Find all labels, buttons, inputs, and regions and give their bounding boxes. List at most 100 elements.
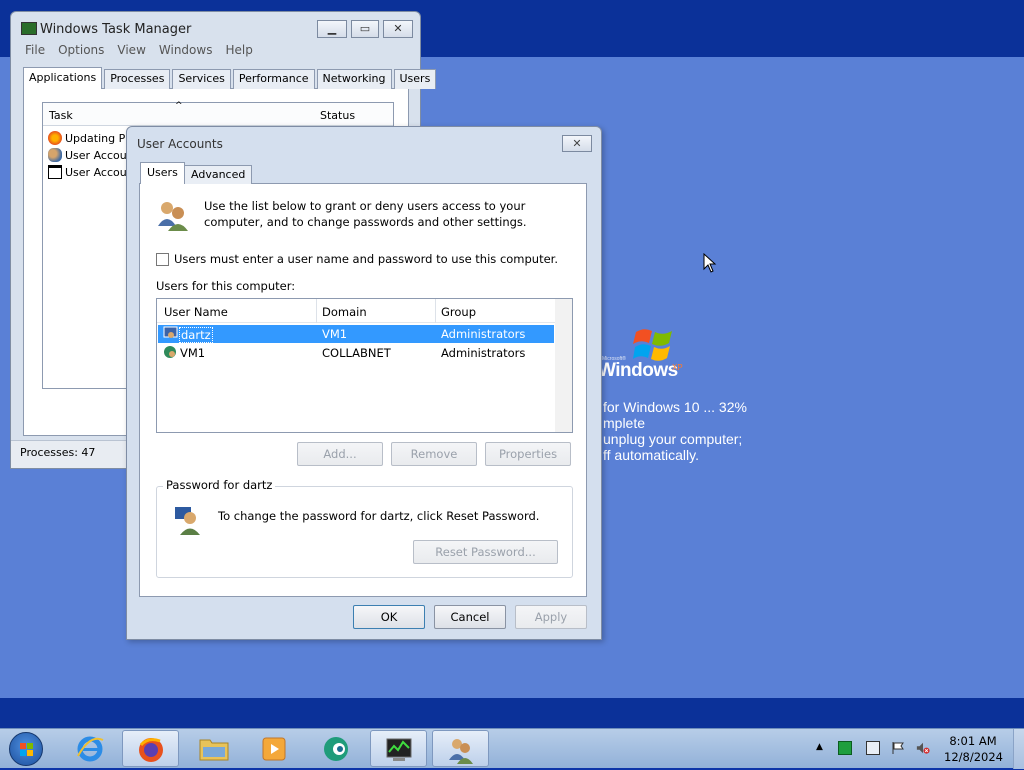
setup-line-2: mplete [603,415,646,431]
tab-users[interactable]: Users [140,162,185,184]
task-manager-icon [21,22,37,35]
column-task[interactable]: Task [49,109,73,122]
clock-time: 8:01 AM [949,734,997,748]
apply-button[interactable]: Apply [515,605,587,629]
user-accounts-dialog: User Accounts ✕ Use the list below to gr… [126,126,602,640]
taskbar-task-manager[interactable] [370,730,427,767]
clock-date: 12/8/2024 [944,750,1003,764]
tab-advanced[interactable]: Advanced [184,165,253,184]
cancel-button[interactable]: Cancel [434,605,506,629]
action-center-flag-icon[interactable] [891,741,905,755]
show-desktop-button[interactable] [1013,729,1024,769]
column-divider [435,299,436,323]
folder-icon [199,739,229,761]
taskbar-firefox[interactable] [122,730,179,767]
task-manager-icon [386,738,412,761]
menu-help[interactable]: Help [225,43,252,57]
menu-bar: File Options View Windows Help [25,43,266,57]
menu-file[interactable]: File [25,43,45,57]
properties-button[interactable]: Properties [485,442,571,466]
menu-windows[interactable]: Windows [159,43,213,57]
tab-performance[interactable]: Performance [232,69,315,89]
maximize-button[interactable]: ▭ [351,20,379,38]
users-list[interactable]: User Name Domain Group dartz VM1 Adminis… [156,298,573,433]
taskbar: ▲ 8:01 AM 12/8/2024 [0,728,1024,769]
require-login-checkbox[interactable]: Users must enter a user name and passwor… [156,252,558,266]
setup-bottom-band [0,698,1024,728]
user-icon [163,326,178,338]
reset-password-button[interactable]: Reset Password... [413,540,558,564]
firefox-icon [139,738,163,762]
tab-users[interactable]: Users [393,69,437,89]
windows-brand: Windows [598,360,678,381]
close-button[interactable]: ✕ [562,135,592,152]
tray-green-icon[interactable] [838,741,852,755]
task-name: User Accoun [65,165,134,179]
close-button[interactable]: ✕ [383,20,413,38]
window-title: Windows Task Manager [40,22,192,37]
show-hidden-icons-button[interactable]: ▲ [816,742,823,752]
menu-options[interactable]: Options [58,43,104,57]
column-group[interactable]: Group [441,305,476,319]
tab-services[interactable]: Services [172,69,231,89]
domain-user-icon [164,346,176,358]
users-tab-panel: Use the list below to grant or deny user… [139,183,587,597]
ok-button[interactable]: OK [353,605,425,629]
volume-muted-icon[interactable] [916,741,930,755]
xp-superscript: XP [672,363,683,372]
users-icon [158,202,188,231]
list-scrollbar[interactable] [555,299,572,432]
remove-button[interactable]: Remove [391,442,477,466]
network-icon[interactable] [866,741,880,755]
tab-processes[interactable]: Processes [104,69,171,89]
user-row[interactable]: VM1 COLLABNET Administrators [158,344,554,362]
task-row[interactable]: User Accoun [48,148,134,162]
add-button[interactable]: Add... [297,442,383,466]
process-count: Processes: 47 [20,446,96,459]
tab-applications[interactable]: Applications [23,67,103,89]
task-list-header: Task ^ Status [43,101,393,126]
taskbar-user-accounts[interactable] [432,730,489,767]
user-row[interactable]: dartz VM1 Administrators [158,325,554,343]
column-divider [316,299,317,323]
mouse-cursor-icon [703,253,717,273]
windows-logo-icon [20,743,33,756]
collabnet-icon [324,737,348,761]
menu-view[interactable]: View [117,43,145,57]
user-domain: VM1 [322,327,348,341]
tab-networking[interactable]: Networking [316,69,392,89]
column-status[interactable]: Status [320,109,355,122]
sort-arrow-icon: ^ [175,101,183,111]
password-group-label: Password for dartz [163,478,276,492]
windows-flag-logo [633,329,672,361]
task-row[interactable]: User Accoun [48,165,134,179]
users-list-label: Users for this computer: [156,279,296,293]
password-instructions: To change the password for dartz, click … [218,509,540,523]
users-list-header: User Name Domain Group [157,299,555,323]
column-domain[interactable]: Domain [322,305,367,319]
system-clock[interactable]: 8:01 AM 12/8/2024 [944,733,1003,765]
setup-progress-text: for Windows 10 ... 32% [603,399,747,415]
taskbar-explorer[interactable] [186,730,243,767]
taskbar-collabnet[interactable] [308,730,365,767]
column-user-name[interactable]: User Name [164,305,228,319]
setup-line-3: unplug your computer; [603,431,743,447]
taskbar-ie[interactable] [62,730,119,767]
task-manager-tabs: Applications Processes Services Performa… [23,67,438,89]
user-name: dartz [179,327,213,343]
task-row[interactable]: Updating Ple [48,131,135,145]
taskbar-media-player[interactable] [246,730,303,767]
user-name: VM1 [180,346,206,360]
user-accounts-icon [449,739,473,764]
checkbox-box[interactable] [156,252,169,266]
start-button[interactable] [9,732,43,766]
task-name: Updating Ple [65,131,136,145]
firefox-icon [48,131,62,145]
password-group: Password for dartz To change the passwor… [156,478,573,578]
users-icon [48,148,62,162]
dialog-title: User Accounts [137,137,223,151]
minimize-button[interactable]: ▁ [317,20,347,38]
task-name: User Accoun [65,148,134,162]
window-icon [48,165,62,179]
user-group: Administrators [441,346,526,360]
